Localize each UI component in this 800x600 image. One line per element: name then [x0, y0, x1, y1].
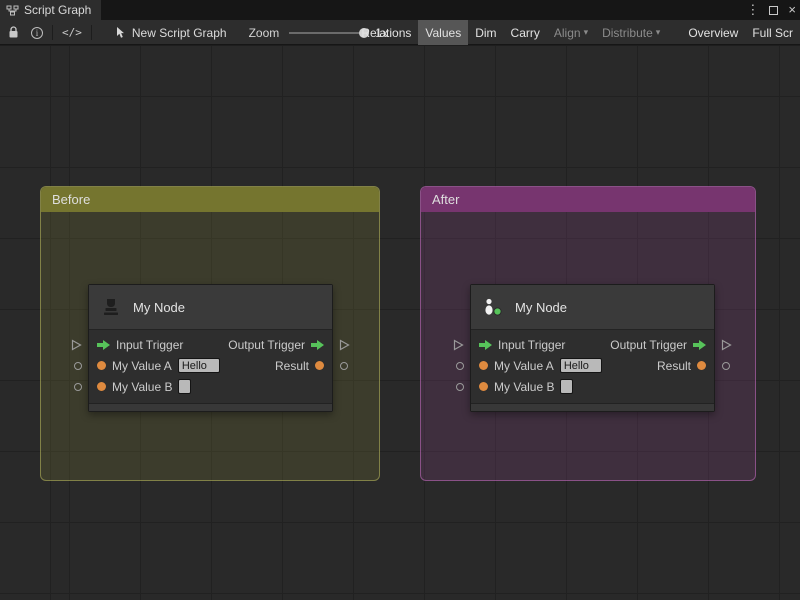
port-label: My Value B	[112, 379, 173, 394]
value-port-icon	[315, 361, 324, 370]
flow-arrow-icon	[479, 339, 492, 350]
value-port-icon	[97, 361, 106, 370]
group-title: Before	[52, 192, 91, 207]
align-dropdown[interactable]: Align ▾	[547, 20, 595, 45]
pointer-icon	[115, 26, 126, 39]
node-body: Input Trigger Output Trigger My Value A …	[89, 330, 332, 403]
group-header[interactable]: After	[421, 187, 755, 212]
ext-value-a-port[interactable]	[74, 362, 82, 370]
distribute-dropdown[interactable]: Distribute ▾	[595, 20, 667, 45]
ext-trigger-out-port[interactable]	[339, 339, 350, 351]
port-label: Input Trigger	[116, 337, 184, 352]
ext-value-b-port[interactable]	[74, 383, 82, 391]
fullscreen-button[interactable]: Full Scr	[745, 20, 800, 45]
port-label: My Value B	[494, 379, 555, 394]
port-label: Output Trigger	[610, 337, 687, 352]
output-trigger-port[interactable]: Output Trigger	[228, 338, 324, 352]
lock-icon[interactable]	[8, 26, 19, 39]
values-button[interactable]: Values	[418, 20, 469, 45]
port-label: Result	[274, 358, 309, 373]
align-label: Align	[553, 25, 581, 40]
group-title: After	[432, 192, 460, 207]
graph-canvas[interactable]: Before After My Node Input Trigger Outpu…	[0, 45, 800, 600]
value-port-icon	[479, 361, 488, 370]
chevron-down-icon: ▾	[655, 27, 661, 37]
value-b-port[interactable]: My Value B	[479, 379, 574, 394]
port-row: Input Trigger Output Trigger	[471, 334, 714, 355]
node-title: My Node	[515, 299, 568, 315]
relations-button[interactable]: Relations	[354, 20, 418, 45]
dim-button[interactable]: Dim	[468, 20, 503, 45]
ext-value-a-port[interactable]	[456, 362, 464, 370]
ext-trigger-out-port[interactable]	[721, 339, 732, 351]
ext-result-port[interactable]	[722, 362, 730, 370]
flow-arrow-icon	[97, 339, 110, 350]
value-port-icon	[479, 382, 488, 391]
value-a-port[interactable]: My Value A	[479, 358, 602, 373]
toolbar-separator	[90, 25, 92, 40]
ext-trigger-in-port[interactable]	[453, 339, 464, 351]
flow-arrow-icon	[693, 339, 706, 350]
distribute-label: Distribute	[602, 25, 653, 40]
value-b-field[interactable]	[178, 379, 192, 394]
node-title: My Node	[133, 299, 186, 315]
close-icon[interactable]: ×	[788, 0, 796, 20]
graph-icon	[6, 5, 19, 16]
ext-trigger-in-port[interactable]	[71, 339, 82, 351]
script-graph-icon	[481, 295, 505, 319]
overview-button[interactable]: Overview	[681, 20, 745, 45]
port-label: Result	[656, 358, 691, 373]
info-icon[interactable]: i	[31, 26, 43, 39]
toolbar-right: Relations Values Dim Carry Align ▾ Distr…	[354, 20, 800, 45]
value-port-icon	[697, 361, 706, 370]
ext-result-port[interactable]	[340, 362, 348, 370]
toolbar-separator	[52, 25, 53, 40]
node-header[interactable]: My Node	[89, 285, 332, 330]
output-trigger-port[interactable]: Output Trigger	[610, 338, 706, 352]
port-row: My Value B	[89, 376, 332, 397]
result-port[interactable]: Result	[275, 359, 324, 373]
node-my-node-before[interactable]: My Node Input Trigger Output Trigger My …	[88, 284, 333, 412]
node-body: Input Trigger Output Trigger My Value A …	[471, 330, 714, 403]
port-row: My Value A Result	[471, 355, 714, 376]
node-footer	[89, 403, 332, 411]
unity-window: Script Graph ⋮ × i </> New Script Graph …	[0, 0, 800, 600]
port-label: Input Trigger	[498, 337, 566, 352]
port-label: Output Trigger	[228, 337, 305, 352]
ext-value-b-port[interactable]	[456, 383, 464, 391]
port-row: My Value A Result	[89, 355, 332, 376]
flow-arrow-icon	[311, 339, 324, 350]
tab-title: Script Graph	[24, 3, 92, 17]
maximize-icon[interactable]	[769, 5, 779, 15]
graph-toolbar: i </> New Script Graph Zoom 1x Relations…	[0, 20, 800, 45]
port-label: My Value A	[112, 358, 172, 373]
group-header[interactable]: Before	[41, 187, 379, 212]
value-a-field[interactable]	[559, 358, 602, 373]
code-icon[interactable]: </>	[62, 26, 82, 39]
value-b-field[interactable]	[560, 379, 574, 394]
result-port[interactable]: Result	[657, 359, 706, 373]
value-b-port[interactable]: My Value B	[97, 379, 192, 394]
port-row: Input Trigger Output Trigger	[89, 334, 332, 355]
value-port-icon	[97, 382, 106, 391]
value-a-field[interactable]	[177, 358, 220, 373]
node-footer	[471, 403, 714, 411]
window-controls: ⋮ ×	[746, 0, 796, 20]
toolbar-left: i </> New Script Graph Zoom 1x	[0, 20, 388, 45]
zoom-label: Zoom	[248, 25, 280, 40]
port-row: My Value B	[471, 376, 714, 397]
port-label: My Value A	[494, 358, 554, 373]
tab-script-graph[interactable]: Script Graph	[0, 0, 102, 20]
input-trigger-port[interactable]: Input Trigger	[97, 338, 183, 352]
menu-icon[interactable]: ⋮	[746, 0, 759, 20]
node-header[interactable]: My Node	[471, 285, 714, 330]
graph-name-label[interactable]: New Script Graph	[132, 26, 227, 40]
node-my-node-after[interactable]: My Node Input Trigger Output Trigger My …	[470, 284, 715, 412]
stamp-icon	[99, 295, 123, 319]
tab-strip: Script Graph ⋮ ×	[0, 0, 800, 20]
value-a-port[interactable]: My Value A	[97, 358, 220, 373]
carry-button[interactable]: Carry	[504, 20, 547, 45]
input-trigger-port[interactable]: Input Trigger	[479, 338, 565, 352]
chevron-down-icon: ▾	[583, 27, 589, 37]
